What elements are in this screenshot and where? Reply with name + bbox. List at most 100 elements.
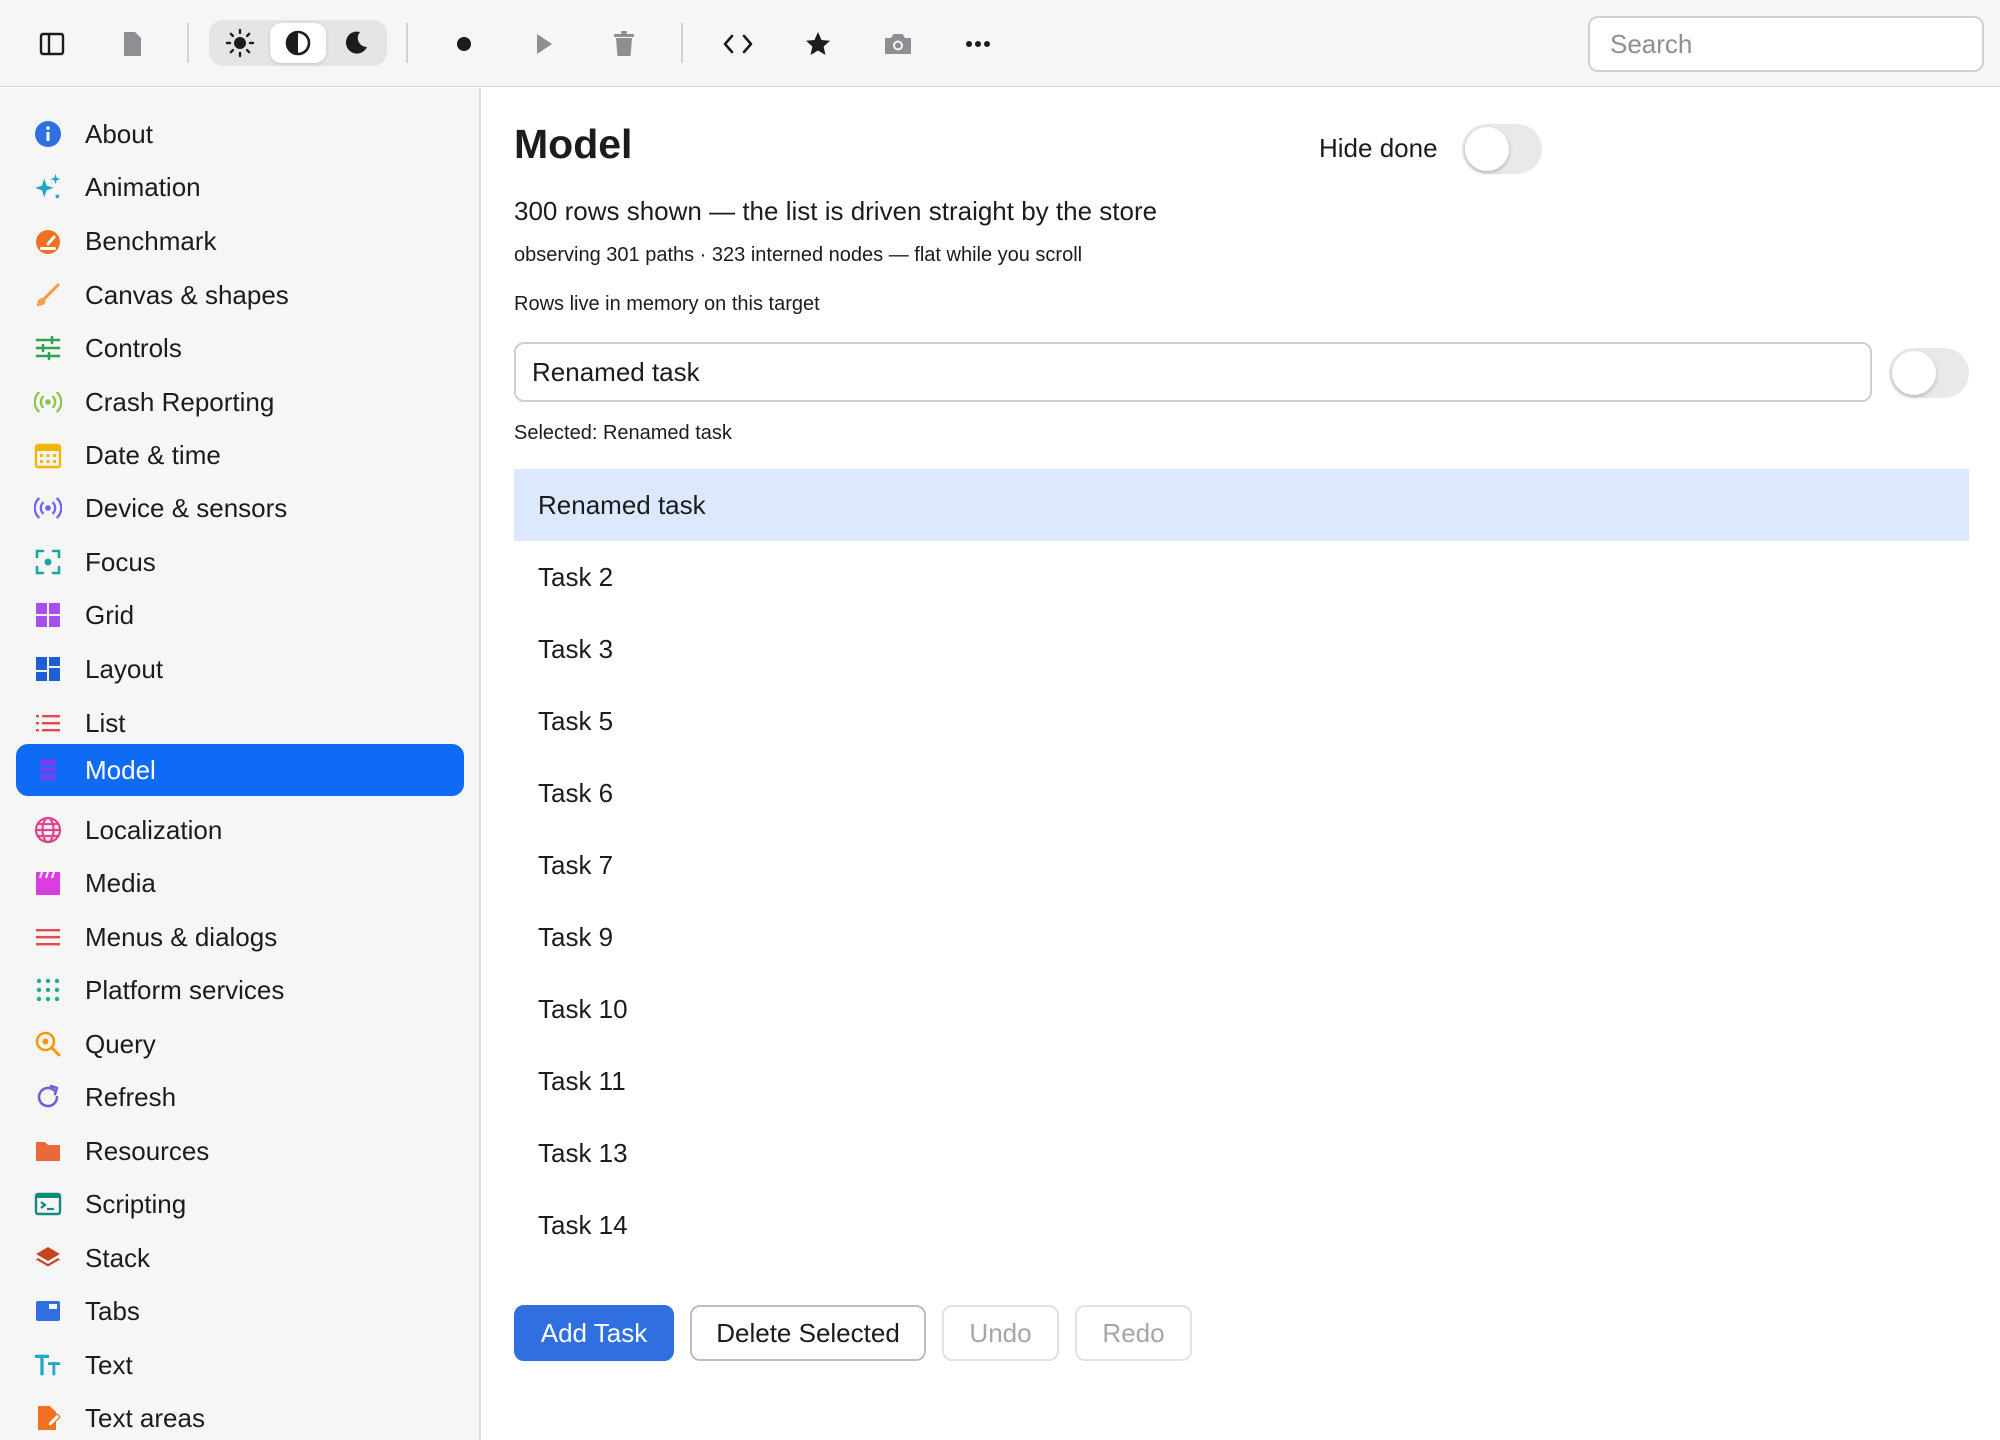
- record-icon[interactable]: [436, 16, 492, 72]
- toolbar-divider: [406, 23, 408, 63]
- list-item[interactable]: Task 13: [514, 1117, 1969, 1189]
- sidebar: About Animation Benchmark Canvas & shape…: [0, 88, 481, 1440]
- list-item[interactable]: Task 7: [514, 829, 1969, 901]
- list-item[interactable]: Task 14: [514, 1189, 1969, 1261]
- observing-stats-text: observing 301 paths · 323 interned nodes…: [514, 244, 1083, 266]
- dots-grid-icon: [34, 976, 62, 1004]
- contrast-icon[interactable]: [270, 23, 326, 63]
- sidebar-item-label: Controls: [85, 332, 182, 363]
- toggle-knob: [1465, 127, 1509, 171]
- sidebar-item-label: Resources: [85, 1135, 210, 1166]
- sidebar-item-model[interactable]: Model: [16, 744, 464, 796]
- list-item[interactable]: Renamed task: [514, 469, 1969, 541]
- camera-icon[interactable]: [870, 16, 926, 72]
- stack-icon: [34, 1244, 62, 1272]
- tabs-icon: [34, 1297, 62, 1325]
- delete-selected-button[interactable]: Delete Selected: [690, 1305, 926, 1361]
- sidebar-item-animation[interactable]: Animation: [16, 161, 464, 213]
- sidebar-item-grid[interactable]: Grid: [16, 589, 464, 641]
- rows-shown-text: 300 rows shown — the list is driven stra…: [514, 196, 1158, 226]
- sidebar-toggle-icon[interactable]: [24, 16, 80, 72]
- moon-icon[interactable]: [328, 23, 384, 63]
- list-item[interactable]: Task 11: [514, 1045, 1969, 1117]
- calendar-icon: [34, 441, 62, 469]
- sun-icon[interactable]: [212, 23, 268, 63]
- sidebar-item-label: Grid: [85, 599, 135, 630]
- sidebar-item-label: Refresh: [85, 1081, 177, 1112]
- sidebar-item-label: Platform services: [85, 974, 285, 1005]
- sidebar-item-label: Query: [85, 1028, 156, 1059]
- sidebar-item-focus[interactable]: Focus: [16, 536, 464, 588]
- sidebar-item-query[interactable]: Query: [16, 1018, 464, 1070]
- sidebar-item-text[interactable]: Text: [16, 1339, 464, 1391]
- list-item[interactable]: Task 5: [514, 685, 1969, 757]
- sidebar-item-media[interactable]: Media: [16, 857, 464, 909]
- list-item[interactable]: Task 10: [514, 973, 1969, 1045]
- hide-done-toggle[interactable]: [1462, 124, 1542, 174]
- terminal-icon: [34, 1190, 62, 1218]
- grid-icon: [34, 601, 62, 629]
- sidebar-item-tabs[interactable]: Tabs: [16, 1285, 464, 1337]
- memory-note-text: Rows live in memory on this target: [514, 293, 820, 315]
- list-item[interactable]: Task 3: [514, 613, 1969, 685]
- sidebar-item-label: Animation: [85, 171, 201, 202]
- task-done-toggle[interactable]: [1889, 348, 1969, 398]
- list-item[interactable]: Task 2: [514, 541, 1969, 613]
- task-list[interactable]: Renamed task Task 2 Task 3 Task 5 Task 6…: [514, 469, 1969, 1282]
- hide-done-label: Hide done: [1319, 133, 1438, 163]
- trash-icon[interactable]: [596, 16, 652, 72]
- folder-icon: [34, 1137, 62, 1165]
- sidebar-item-controls[interactable]: Controls: [16, 322, 464, 374]
- sidebar-item-label: Stack: [85, 1242, 151, 1273]
- appearance-segmented-control: [209, 20, 387, 66]
- sidebar-item-localization[interactable]: Localization: [16, 804, 464, 856]
- sidebar-item-label: List: [85, 707, 126, 738]
- add-task-button[interactable]: Add Task: [514, 1305, 674, 1361]
- sidebar-item-label: About: [85, 118, 153, 149]
- undo-button[interactable]: Undo: [942, 1305, 1059, 1361]
- sparkles-icon: [34, 173, 62, 201]
- code-icon[interactable]: [710, 16, 766, 72]
- sidebar-item-about[interactable]: About: [16, 108, 464, 160]
- toggle-knob: [1892, 351, 1936, 395]
- sidebar-item-list[interactable]: List: [16, 697, 464, 749]
- text-size-icon: [34, 1351, 62, 1379]
- selected-task-text: Selected: Renamed task: [514, 422, 732, 444]
- sidebar-item-text-areas[interactable]: Text areas: [16, 1392, 464, 1440]
- broadcast-icon: [34, 388, 62, 416]
- sidebar-item-scripting[interactable]: Scripting: [16, 1178, 464, 1230]
- sidebar-item-stack[interactable]: Stack: [16, 1232, 464, 1284]
- gauge-icon: [34, 227, 62, 255]
- sidebar-item-crash-reporting[interactable]: Crash Reporting: [16, 376, 464, 428]
- play-icon[interactable]: [516, 16, 572, 72]
- layout-icon: [34, 655, 62, 683]
- sidebar-item-refresh[interactable]: Refresh: [16, 1071, 464, 1123]
- brush-icon: [34, 281, 62, 309]
- task-name-input[interactable]: [514, 342, 1872, 402]
- sidebar-item-benchmark[interactable]: Benchmark: [16, 215, 464, 267]
- search-input[interactable]: [1588, 16, 1984, 72]
- more-icon[interactable]: [950, 16, 1006, 72]
- sidebar-item-canvas-shapes[interactable]: Canvas & shapes: [16, 269, 464, 321]
- list-item[interactable]: Task 15: [514, 1261, 1969, 1283]
- sidebar-item-label: Tabs: [85, 1295, 140, 1326]
- sidebar-item-date-time[interactable]: Date & time: [16, 429, 464, 481]
- sidebar-item-label: Text areas: [85, 1402, 205, 1433]
- sensor-icon: [34, 494, 62, 522]
- sidebar-item-label: Device & sensors: [85, 492, 288, 523]
- sidebar-item-label: Benchmark: [85, 225, 217, 256]
- list-item[interactable]: Task 6: [514, 757, 1969, 829]
- sidebar-item-resources[interactable]: Resources: [16, 1125, 464, 1177]
- sidebar-item-label: Media: [85, 867, 156, 898]
- sidebar-item-label: Layout: [85, 653, 164, 684]
- sidebar-item-device-sensors[interactable]: Device & sensors: [16, 482, 464, 534]
- star-icon[interactable]: [790, 16, 846, 72]
- sidebar-item-layout[interactable]: Layout: [16, 643, 464, 695]
- sidebar-item-label: Canvas & shapes: [85, 279, 289, 310]
- redo-button[interactable]: Redo: [1075, 1305, 1192, 1361]
- list-item[interactable]: Task 9: [514, 901, 1969, 973]
- document-icon[interactable]: [104, 16, 160, 72]
- sidebar-item-label: Menus & dialogs: [85, 921, 278, 952]
- sidebar-item-platform-services[interactable]: Platform services: [16, 964, 464, 1016]
- sidebar-item-menus-dialogs[interactable]: Menus & dialogs: [16, 911, 464, 963]
